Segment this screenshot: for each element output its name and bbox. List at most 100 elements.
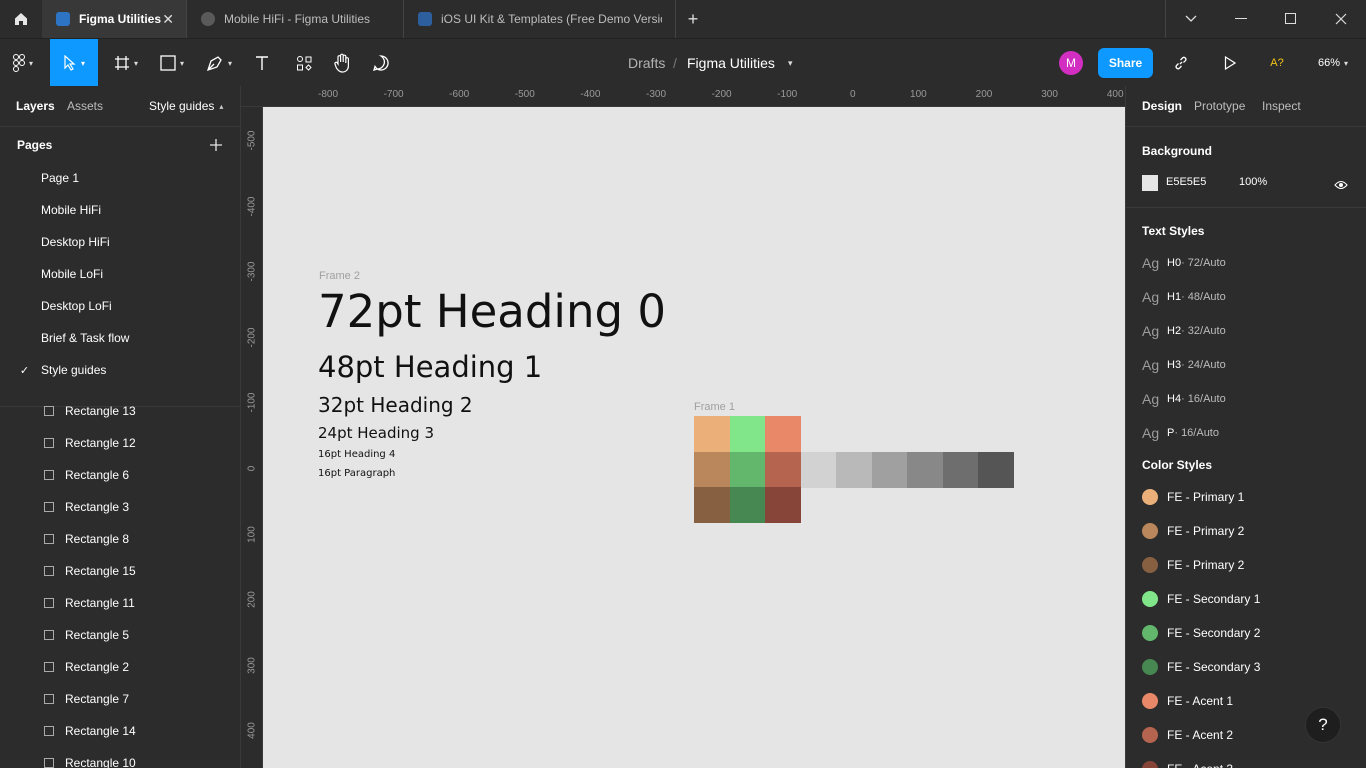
color-style-item[interactable]: FE - Primary 1 bbox=[1142, 480, 1244, 514]
color-style-item[interactable]: FE - Secondary 2 bbox=[1142, 616, 1260, 650]
gray-swatch[interactable] bbox=[871, 451, 908, 488]
comment-tool-button[interactable] bbox=[367, 39, 395, 87]
layer-item[interactable]: Rectangle 11 bbox=[0, 587, 240, 619]
color-swatch[interactable] bbox=[729, 487, 766, 523]
file-name[interactable]: Figma Utilities bbox=[687, 39, 775, 87]
heading-2-text[interactable]: 32pt Heading 2 bbox=[318, 393, 473, 417]
tab-assets[interactable]: Assets bbox=[67, 86, 103, 126]
page-item[interactable]: Desktop LoFi bbox=[0, 290, 240, 322]
text-style-item[interactable]: Ag H0 · 72/Auto bbox=[1142, 246, 1226, 280]
help-button[interactable]: ? bbox=[1305, 707, 1341, 743]
frame-2-label[interactable]: Frame 2 bbox=[319, 270, 360, 282]
background-hex-input[interactable]: E5E5E5 bbox=[1166, 176, 1206, 188]
paragraph-text[interactable]: 16pt Paragraph bbox=[318, 468, 395, 479]
background-opacity-input[interactable]: 100% bbox=[1239, 176, 1267, 188]
layer-item[interactable]: Rectangle 3 bbox=[0, 491, 240, 523]
gray-swatch[interactable] bbox=[907, 451, 943, 488]
tab-design[interactable]: Design bbox=[1142, 86, 1182, 126]
tab-ios-ui-kit[interactable]: iOS UI Kit & Templates (Free Demo Versio… bbox=[404, 0, 662, 38]
figma-menu-icon[interactable]: ▾ bbox=[0, 39, 46, 87]
layer-item[interactable]: Rectangle 5 bbox=[0, 619, 240, 651]
page-item[interactable]: Brief & Task flow bbox=[0, 322, 240, 354]
color-style-item[interactable]: FE - Acent 1 bbox=[1142, 684, 1233, 718]
tab-prototype[interactable]: Prototype bbox=[1194, 86, 1245, 126]
gray-swatch[interactable] bbox=[800, 451, 837, 488]
copy-link-icon[interactable] bbox=[1168, 39, 1194, 87]
color-swatch[interactable] bbox=[765, 416, 801, 452]
layer-item[interactable]: Rectangle 13 bbox=[0, 395, 240, 427]
tab-inspect[interactable]: Inspect bbox=[1262, 86, 1301, 126]
tab-layers[interactable]: Layers bbox=[16, 86, 55, 126]
chevron-down-icon[interactable] bbox=[1166, 0, 1216, 38]
layer-item[interactable]: Rectangle 7 bbox=[0, 683, 240, 715]
tab-figma-utilities[interactable]: Figma Utilities ✕ bbox=[42, 0, 186, 38]
pen-tool-button[interactable]: ▾ bbox=[198, 39, 240, 87]
resources-button[interactable] bbox=[290, 39, 318, 87]
hand-tool-button[interactable] bbox=[328, 39, 356, 87]
text-style-item[interactable]: Ag H4 · 16/Auto bbox=[1142, 382, 1226, 416]
heading-1-text[interactable]: 48pt Heading 1 bbox=[318, 350, 542, 384]
color-style-item[interactable]: FE - Acent 2 bbox=[1142, 718, 1233, 752]
move-tool-button[interactable]: ▾ bbox=[50, 39, 98, 87]
text-style-item[interactable]: Ag H3 · 24/Auto bbox=[1142, 348, 1226, 382]
color-swatch[interactable] bbox=[694, 487, 730, 523]
color-style-item[interactable]: FE - Acent 3 bbox=[1142, 752, 1233, 768]
layer-item[interactable]: Rectangle 10 bbox=[0, 747, 240, 768]
color-swatch[interactable] bbox=[694, 451, 730, 488]
home-icon[interactable] bbox=[0, 0, 42, 38]
add-page-icon[interactable] bbox=[209, 138, 223, 152]
color-style-item[interactable]: FE - Secondary 1 bbox=[1142, 582, 1260, 616]
color-swatch[interactable] bbox=[694, 416, 730, 452]
heading-0-text[interactable]: 72pt Heading 0 bbox=[318, 285, 666, 338]
text-tool-button[interactable] bbox=[248, 39, 276, 87]
layer-item[interactable]: Rectangle 12 bbox=[0, 427, 240, 459]
text-style-item[interactable]: Ag H1 · 48/Auto bbox=[1142, 280, 1226, 314]
page-item[interactable]: Mobile LoFi bbox=[0, 258, 240, 290]
page-item[interactable]: Page 1 bbox=[0, 162, 240, 194]
avatar[interactable]: M bbox=[1059, 51, 1083, 75]
text-style-item[interactable]: Ag H2 · 32/Auto bbox=[1142, 314, 1226, 348]
chevron-down-icon[interactable]: ▾ bbox=[788, 39, 793, 87]
style-guides-page-dropdown[interactable]: Style guides ▴ bbox=[149, 86, 223, 126]
color-style-item[interactable]: FE - Primary 2 bbox=[1142, 548, 1244, 582]
gray-swatch[interactable] bbox=[978, 451, 1014, 488]
page-item[interactable]: Mobile HiFi bbox=[0, 194, 240, 226]
minimize-icon[interactable] bbox=[1216, 0, 1266, 38]
tab-mobile-hifi[interactable]: Mobile HiFi - Figma Utilities bbox=[187, 0, 403, 38]
layer-item[interactable]: Rectangle 6 bbox=[0, 459, 240, 491]
layer-item[interactable]: Rectangle 2 bbox=[0, 651, 240, 683]
page-item[interactable]: Desktop HiFi bbox=[0, 226, 240, 258]
color-style-item[interactable]: FE - Primary 2 bbox=[1142, 514, 1244, 548]
color-swatch[interactable] bbox=[765, 487, 801, 523]
heading-4-text[interactable]: 16pt Heading 4 bbox=[318, 449, 395, 460]
gray-swatch[interactable] bbox=[836, 451, 872, 488]
new-tab-button[interactable]: + bbox=[668, 0, 718, 38]
layer-item[interactable]: Rectangle 14 bbox=[0, 715, 240, 747]
color-swatch[interactable] bbox=[729, 416, 766, 452]
page-item[interactable]: ✓ Style guides bbox=[0, 354, 240, 386]
maximize-icon[interactable] bbox=[1266, 0, 1316, 38]
frame-tool-button[interactable]: ▾ bbox=[106, 39, 146, 87]
color-swatch[interactable] bbox=[765, 451, 801, 488]
breadcrumb-drafts[interactable]: Drafts bbox=[628, 39, 665, 87]
ruler-tick-label: 100 bbox=[910, 89, 927, 100]
color-style-item[interactable]: FE - Secondary 3 bbox=[1142, 650, 1260, 684]
share-button[interactable]: Share bbox=[1098, 48, 1153, 78]
text-style-item[interactable]: Ag P · 16/Auto bbox=[1142, 416, 1219, 450]
present-play-icon[interactable] bbox=[1218, 39, 1242, 87]
frame-1-label[interactable]: Frame 1 bbox=[694, 401, 735, 413]
eye-icon[interactable] bbox=[1334, 177, 1350, 190]
close-tab-icon[interactable]: ✕ bbox=[162, 11, 174, 28]
background-color-swatch[interactable] bbox=[1142, 175, 1158, 191]
close-window-icon[interactable] bbox=[1316, 0, 1366, 38]
font-warning-button[interactable]: A? bbox=[1264, 39, 1290, 87]
layer-item[interactable]: Rectangle 8 bbox=[0, 523, 240, 555]
rectangle-tool-button[interactable]: ▾ bbox=[152, 39, 192, 87]
divider bbox=[1126, 207, 1366, 208]
zoom-dropdown[interactable]: 66% ▾ bbox=[1310, 39, 1356, 87]
gray-swatch[interactable] bbox=[942, 451, 979, 488]
heading-3-text[interactable]: 24pt Heading 3 bbox=[318, 424, 434, 442]
layer-item[interactable]: Rectangle 15 bbox=[0, 555, 240, 587]
color-swatch[interactable] bbox=[729, 451, 766, 488]
canvas[interactable]: Frame 2 72pt Heading 0 48pt Heading 1 32… bbox=[263, 107, 1125, 768]
